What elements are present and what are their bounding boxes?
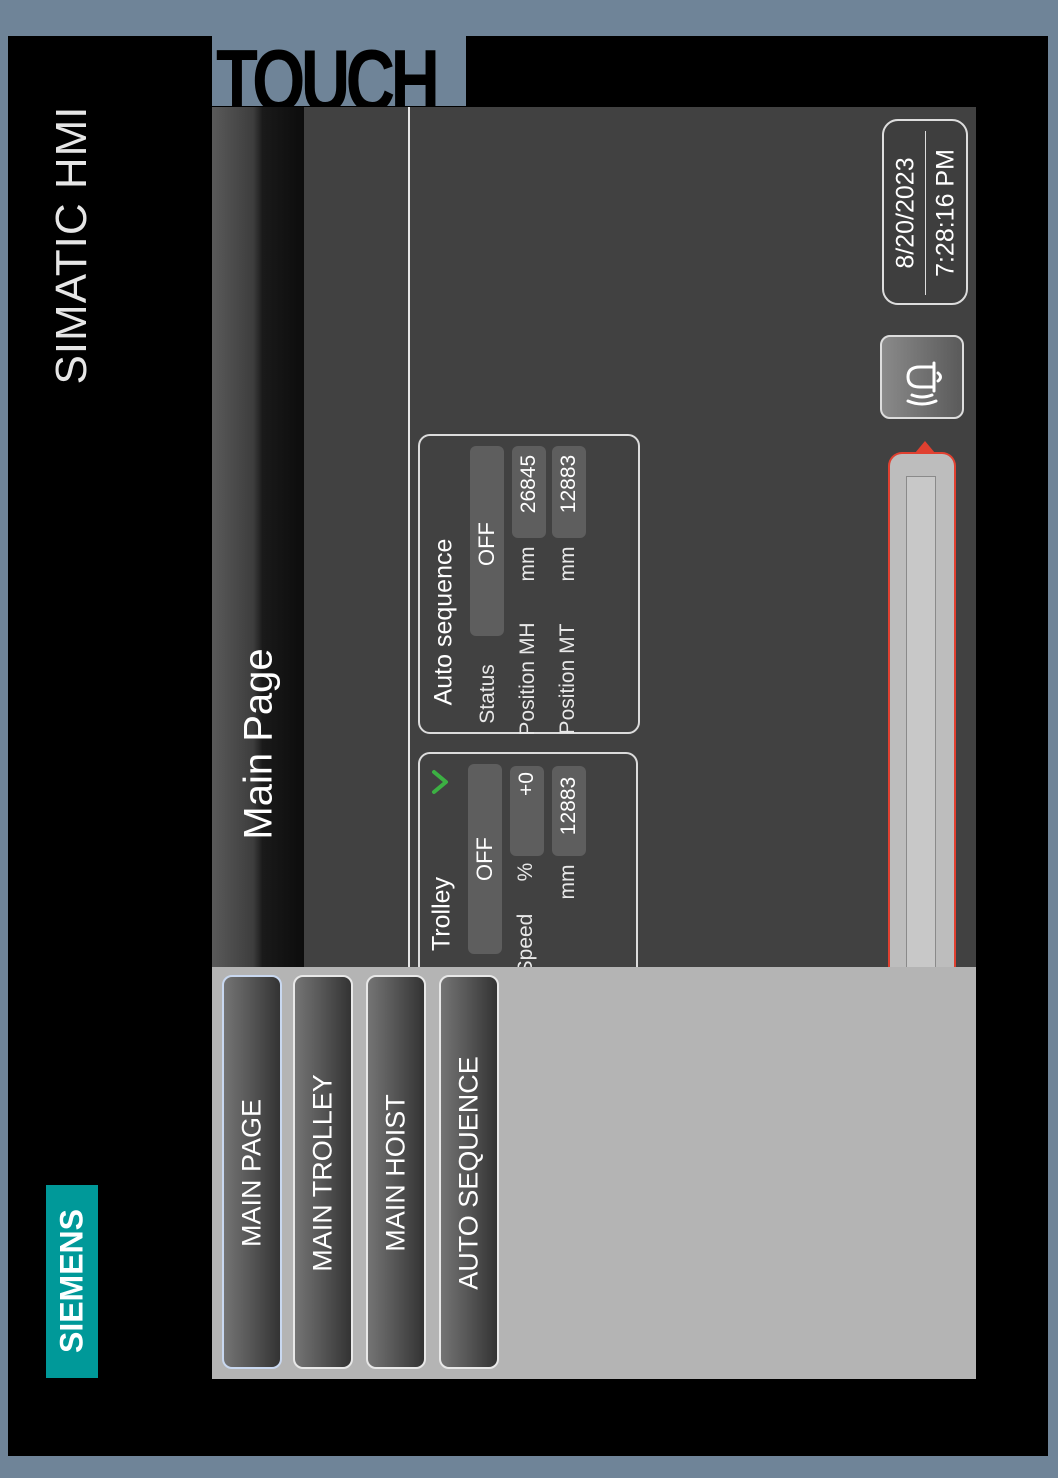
nav-main-hoist-label: MAIN HOIST: [380, 1094, 411, 1252]
trolley-position-value: 12883: [557, 776, 580, 836]
nav-main-trolley-button[interactable]: MAIN TROLLEY: [293, 975, 353, 1369]
title-bar: Main Page: [212, 107, 304, 967]
position-mt-value: 12883: [557, 454, 580, 514]
simatic-hmi-label: SIMATIC HMI: [47, 105, 96, 385]
nav-main-page-button[interactable]: MAIN PAGE: [222, 975, 282, 1369]
trolley-speed-label: Speed: [514, 913, 537, 975]
position-mt-unit: mm: [556, 546, 579, 582]
datetime-divider: [925, 131, 926, 295]
position-mh-unit: mm: [516, 546, 539, 582]
nav-main-hoist-button[interactable]: MAIN HOIST: [366, 975, 426, 1369]
nav-auto-sequence-button[interactable]: AUTO SEQUENCE: [439, 975, 499, 1369]
touch-tab: TOUCH: [212, 36, 466, 106]
auto-sequence-panel: Auto sequence Status OFF Position MH mm …: [418, 434, 640, 736]
date-value: 8/20/2023: [891, 157, 920, 269]
datetime-display: 8/20/2023 7:28:16 PM: [882, 119, 968, 305]
level-bar-track: [906, 476, 936, 978]
time-value: 7:28:16 PM: [931, 149, 960, 277]
siemens-logo: SIEMENS: [46, 1185, 98, 1378]
trolley-title: Trolley: [427, 876, 456, 952]
status-label: Status: [476, 664, 499, 724]
nav-main-trolley-label: MAIN TROLLEY: [307, 1074, 338, 1272]
check-icon: [432, 770, 448, 794]
siemens-logo-text: SIEMENS: [53, 1208, 90, 1354]
page-title: Main Page: [236, 648, 281, 840]
nav-auto-sequence-label: AUTO SEQUENCE: [453, 1056, 484, 1290]
trolley-position-unit: mm: [556, 864, 579, 900]
nav-main-page-label: MAIN PAGE: [236, 1098, 267, 1248]
trolley-status-value: OFF: [472, 837, 497, 881]
navigation-area: MAIN PAGE MAIN TROLLEY MAIN HOIST AUTO S…: [212, 967, 976, 1379]
hmi-screen: Main Page Trolley OFF Speed % +0 mm 1288…: [212, 107, 976, 1379]
alarm-bell-icon: [906, 361, 942, 406]
touch-label: TOUCH: [216, 36, 440, 106]
position-mh-label: Position MH: [516, 622, 539, 736]
trolley-speed-unit: %: [514, 862, 537, 882]
trolley-speed-value: +0: [515, 772, 538, 796]
position-mt-label: Position MT: [556, 623, 579, 735]
header-divider: [408, 107, 410, 967]
position-mh-value: 26845: [517, 454, 540, 514]
alarm-button[interactable]: [880, 335, 964, 419]
auto-status-value: OFF: [474, 522, 499, 566]
level-bar: [888, 452, 956, 978]
auto-sequence-title: Auto sequence: [429, 538, 458, 706]
